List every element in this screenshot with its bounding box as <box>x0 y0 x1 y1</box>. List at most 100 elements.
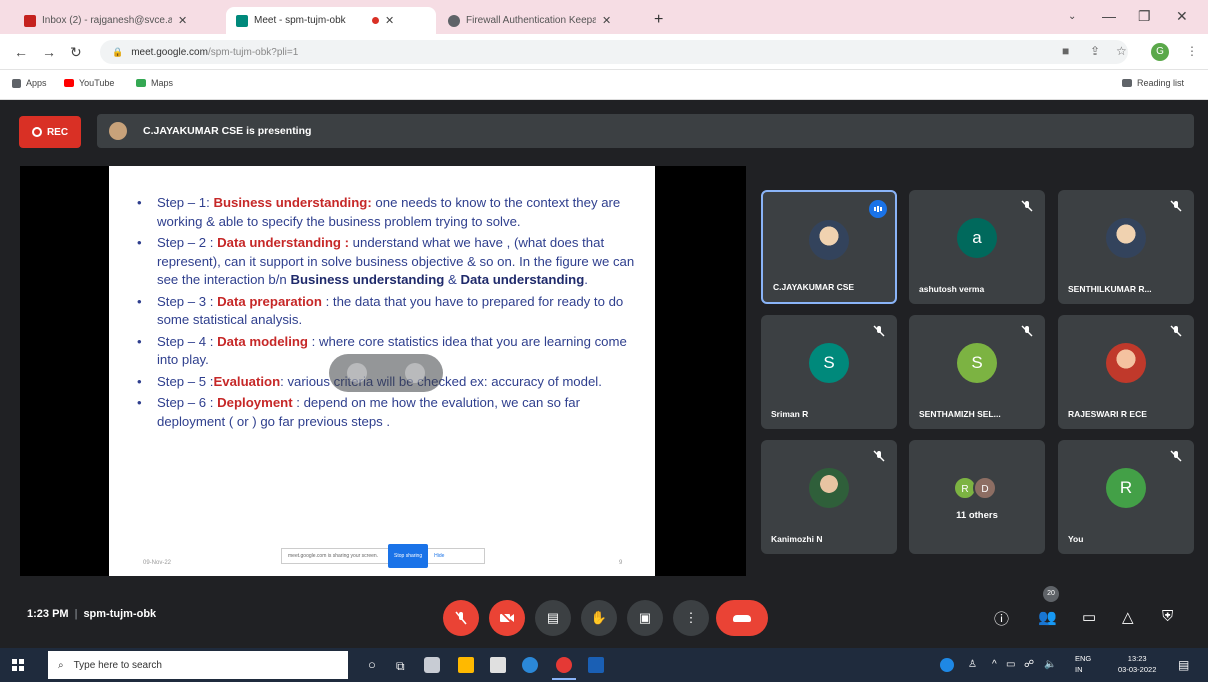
chat-icon[interactable]: ▭ <box>1082 608 1096 626</box>
share-notice-text: meet.google.com is sharing your screen. <box>288 552 379 559</box>
step-keyword: Business understanding: <box>213 195 372 210</box>
leave-call-button[interactable] <box>716 600 768 636</box>
app-icon[interactable] <box>424 657 440 673</box>
tab-title: Firewall Authentication Keepali <box>466 15 596 26</box>
taskbar-clock[interactable]: 13:23 03-03-2022 <box>1118 653 1156 675</box>
participant-tile[interactable]: RAJESWARI R ECE <box>1058 315 1194 429</box>
pin-icon[interactable] <box>347 363 367 383</box>
captions-icon: ▤ <box>546 610 560 625</box>
bookmark-star-icon[interactable]: ☆ <box>1116 44 1127 58</box>
reading-list[interactable]: Reading list <box>1122 78 1184 88</box>
fullscreen-icon[interactable] <box>405 363 425 383</box>
reload-icon[interactable]: ↻ <box>70 44 82 61</box>
file-explorer-icon[interactable] <box>458 657 474 673</box>
captions-button[interactable]: ▤ <box>535 600 571 636</box>
participant-tile[interactable]: S SENTHAMIZH SEL... <box>909 315 1045 429</box>
search-icon: ⌕ <box>58 659 64 671</box>
presenting-text: C.JAYAKUMAR CSE is presenting <box>143 125 312 137</box>
participant-avatar <box>1106 343 1146 383</box>
tab-firewall[interactable]: Firewall Authentication Keepali ✕ <box>438 7 648 34</box>
tab-search-icon[interactable]: ⌄ <box>1068 11 1076 22</box>
step-keyword: Data understanding : <box>217 235 350 250</box>
new-tab-button[interactable]: + <box>654 11 663 29</box>
step-item: Step – 1: Business understanding: one ne… <box>133 194 637 231</box>
others-tile[interactable]: R D 11 others <box>909 440 1045 554</box>
word-icon[interactable] <box>588 657 604 673</box>
clock-time: 13:23 <box>1127 654 1147 663</box>
slide-page-number: 9 <box>619 560 623 566</box>
url-path: /spm-tujm-obk?pli=1 <box>207 46 299 58</box>
close-tab-icon[interactable]: ✕ <box>602 14 611 27</box>
volume-icon[interactable]: 🔈 <box>1044 659 1056 670</box>
windows-start-icon[interactable] <box>12 659 24 671</box>
meeting-code: spm-tujm-obk <box>83 608 157 620</box>
search-placeholder: Type here to search <box>73 659 162 671</box>
participant-tile[interactable]: Kanimozhi N <box>761 440 897 554</box>
share-icon[interactable]: ⇪ <box>1090 44 1100 58</box>
camera-off-button[interactable] <box>489 600 525 636</box>
close-window-icon[interactable]: ✕ <box>1176 8 1188 25</box>
battery-icon[interactable]: ▭ <box>1006 659 1015 670</box>
forward-icon[interactable]: → <box>42 44 56 60</box>
presenter-avatar <box>109 122 127 140</box>
participant-name: You <box>1068 534 1084 544</box>
people-tray-icon[interactable]: ♙ <box>968 659 977 670</box>
hide-button[interactable]: Hide <box>434 547 444 566</box>
mic-off-icon <box>1170 450 1182 462</box>
tab-gmail[interactable]: Inbox (2) - rajganesh@svce.a ✕ <box>14 7 224 34</box>
language-indicator[interactable]: ENG IN <box>1075 653 1091 675</box>
close-tab-icon[interactable]: ✕ <box>178 14 187 27</box>
close-tab-icon[interactable]: ✕ <box>385 14 394 27</box>
bookmark-maps[interactable]: Maps <box>136 78 173 88</box>
menu-icon[interactable]: ⋮ <box>1186 44 1198 58</box>
taskbar-search-box[interactable]: ⌕ Type here to search <box>48 651 348 679</box>
profile-avatar[interactable]: G <box>1151 43 1169 61</box>
record-icon <box>31 127 42 137</box>
chrome-icon[interactable] <box>552 657 576 680</box>
stop-sharing-button[interactable]: Stop sharing <box>388 543 429 569</box>
host-controls-icon[interactable]: ⛨ <box>1162 608 1173 625</box>
raise-hand-button[interactable]: ✋ <box>581 600 617 636</box>
step-prefix: Step – 5 : <box>157 373 214 389</box>
self-tile[interactable]: R You <box>1058 440 1194 554</box>
app-icon[interactable] <box>522 657 538 673</box>
back-icon[interactable]: ← <box>14 44 28 60</box>
mic-off-button[interactable] <box>443 600 479 636</box>
camera-indicator-icon[interactable]: ■ <box>1062 44 1069 58</box>
participant-tile[interactable]: S Sriman R <box>761 315 897 429</box>
bookmark-apps[interactable]: Apps <box>12 78 47 88</box>
participant-tile[interactable]: a ashutosh verma <box>909 190 1045 304</box>
youtube-icon <box>64 79 74 87</box>
address-bar[interactable]: 🔒 meet.google.com/spm-tujm-obk?pli=1 <box>100 40 1128 64</box>
participant-name: Sriman R <box>771 409 809 419</box>
store-icon[interactable] <box>490 657 506 673</box>
maximize-icon[interactable]: ❐ <box>1138 8 1151 25</box>
notifications-icon[interactable]: ▤ <box>1178 658 1189 672</box>
tab-meet[interactable]: Meet - spm-tujm-obk ✕ <box>226 7 436 34</box>
activities-icon[interactable]: △ <box>1122 608 1134 626</box>
participant-tile[interactable]: SENTHILKUMAR R... <box>1058 190 1194 304</box>
step-bold: Data understanding <box>460 272 585 287</box>
cortana-icon[interactable]: ○ <box>368 657 376 672</box>
participant-avatar: a <box>957 218 997 258</box>
present-button[interactable]: ▣ <box>627 600 663 636</box>
meeting-details-icon[interactable]: ⓘ <box>994 608 1009 629</box>
app-tray-icon[interactable] <box>940 658 954 672</box>
participant-name: C.JAYAKUMAR CSE <box>773 282 855 292</box>
people-icon[interactable]: 👥 <box>1038 608 1057 626</box>
presentation-overlay-controls[interactable] <box>329 354 443 392</box>
task-view-icon[interactable]: ⧉ <box>396 659 405 674</box>
step-keyword: Evaluation <box>213 373 281 389</box>
gmail-icon <box>24 14 36 27</box>
url-host: meet.google.com <box>131 46 208 58</box>
bookmark-youtube[interactable]: YouTube <box>64 78 114 88</box>
recording-button[interactable]: REC <box>19 116 81 148</box>
participant-tile[interactable]: C.JAYAKUMAR CSE <box>761 190 897 304</box>
network-icon[interactable]: ☍ <box>1024 659 1034 670</box>
reading-list-label: Reading list <box>1137 78 1185 88</box>
step-text: & <box>444 272 461 287</box>
show-hidden-icons-icon[interactable]: ^ <box>992 659 997 670</box>
more-options-button[interactable]: ⋮ <box>673 600 709 636</box>
maps-icon <box>136 79 146 87</box>
minimize-icon[interactable]: — <box>1102 8 1116 24</box>
